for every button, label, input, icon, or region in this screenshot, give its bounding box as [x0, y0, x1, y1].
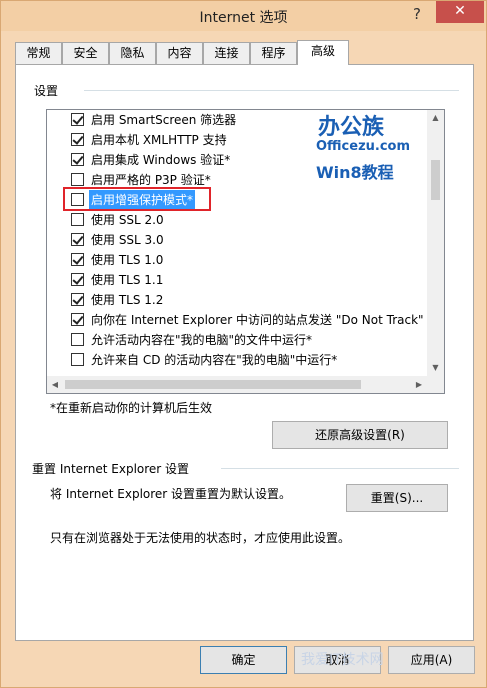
advanced-panel: 设置 启用 SmartScreen 筛选器 启用本机 XMLHTTP 支持 启用…	[15, 64, 474, 641]
watermark-line: Win8教程	[316, 163, 394, 182]
internet-options-dialog: Internet 选项 ? ✕ 常规 安全 隐私 内容 连接 程序 高级 设置 …	[0, 0, 487, 688]
setting-do-not-track[interactable]: 向你在 Internet Explorer 中访问的站点发送 "Do Not T…	[47, 310, 427, 330]
scroll-up-icon[interactable]: ▲	[427, 110, 444, 126]
tab-security[interactable]: 安全	[62, 42, 109, 64]
setting-active-content-cd[interactable]: 允许来自 CD 的活动内容在"我的电脑"中运行*	[47, 350, 427, 370]
vertical-scrollbar[interactable]: ▲ ▼	[427, 110, 444, 376]
restore-advanced-settings-button[interactable]: 还原高级设置(R)	[272, 421, 448, 449]
checkbox[interactable]	[71, 213, 84, 226]
checkbox[interactable]	[71, 153, 84, 166]
reset-button[interactable]: 重置(S)...	[346, 484, 448, 512]
setting-label: 向你在 Internet Explorer 中访问的站点发送 "Do Not T…	[91, 313, 424, 327]
vertical-scroll-thumb[interactable]	[431, 160, 440, 200]
watermark-line: 办公族	[318, 115, 385, 140]
close-button[interactable]: ✕	[436, 1, 484, 23]
setting-label: 允许活动内容在"我的电脑"的文件中运行*	[91, 333, 313, 347]
checkbox[interactable]	[71, 333, 84, 346]
watermark-bottom: 我爱IT技术网	[301, 652, 384, 668]
checkbox[interactable]	[71, 293, 84, 306]
tab-strip: 常规 安全 隐私 内容 连接 程序 高级	[15, 40, 475, 65]
tab-content[interactable]: 内容	[156, 42, 203, 64]
setting-tls-1-1[interactable]: 使用 TLS 1.1	[47, 270, 427, 290]
reset-divider	[221, 468, 459, 469]
ok-button[interactable]: 确定	[200, 646, 287, 674]
setting-active-content-my-computer[interactable]: 允许活动内容在"我的电脑"的文件中运行*	[47, 330, 427, 350]
setting-tls-1-2[interactable]: 使用 TLS 1.2	[47, 290, 427, 310]
tab-connections[interactable]: 连接	[203, 42, 250, 64]
setting-label: 使用 TLS 1.2	[91, 293, 164, 307]
apply-button[interactable]: 应用(A)	[388, 646, 475, 674]
setting-ssl-2[interactable]: 使用 SSL 2.0	[47, 210, 427, 230]
tab-advanced[interactable]: 高级	[297, 40, 349, 65]
setting-label: 启用本机 XMLHTTP 支持	[91, 133, 227, 147]
setting-label: 允许来自 CD 的活动内容在"我的电脑"中运行*	[91, 353, 338, 367]
checkbox[interactable]	[71, 173, 84, 186]
tab-programs[interactable]: 程序	[250, 42, 297, 64]
setting-label: 使用 SSL 3.0	[91, 233, 164, 247]
tab-privacy[interactable]: 隐私	[109, 42, 156, 64]
checkbox[interactable]	[71, 113, 84, 126]
checkbox[interactable]	[71, 273, 84, 286]
scrollbar-corner	[427, 376, 444, 393]
checkbox[interactable]	[71, 233, 84, 246]
setting-label: 启用集成 Windows 验证*	[91, 153, 231, 167]
reset-section-label: 重置 Internet Explorer 设置	[32, 462, 190, 476]
setting-label: 使用 TLS 1.0	[91, 253, 164, 267]
checkbox[interactable]	[71, 133, 84, 146]
group-divider	[84, 90, 459, 91]
setting-label: 使用 SSL 2.0	[91, 213, 164, 227]
horizontal-scroll-thumb[interactable]	[65, 380, 361, 389]
red-highlight-box	[63, 187, 211, 211]
tab-general[interactable]: 常规	[15, 42, 62, 64]
setting-label: 启用 SmartScreen 筛选器	[91, 113, 237, 127]
reset-description: 将 Internet Explorer 设置重置为默认设置。	[50, 487, 292, 501]
checkbox[interactable]	[71, 313, 84, 326]
setting-label: 使用 TLS 1.1	[91, 273, 164, 287]
horizontal-scrollbar[interactable]: ◀ ▶	[47, 376, 444, 393]
scroll-right-icon[interactable]: ▶	[411, 376, 427, 393]
watermark-line: Officezu.com	[316, 139, 411, 154]
help-button[interactable]: ?	[406, 3, 428, 25]
settings-group-label: 设置	[34, 84, 59, 98]
setting-tls-1-0[interactable]: 使用 TLS 1.0	[47, 250, 427, 270]
setting-ssl-3[interactable]: 使用 SSL 3.0	[47, 230, 427, 250]
scroll-down-icon[interactable]: ▼	[427, 360, 444, 376]
watermark-logo: 办公族 Officezu.com Win8教程	[312, 109, 422, 209]
checkbox[interactable]	[71, 353, 84, 366]
checkbox[interactable]	[71, 253, 84, 266]
scroll-left-icon[interactable]: ◀	[47, 376, 63, 393]
reset-warning-note: 只有在浏览器处于无法使用的状态时，才应使用此设置。	[50, 531, 351, 545]
restart-note: *在重新启动你的计算机后生效	[50, 401, 213, 415]
title-bar: Internet 选项 ? ✕	[1, 1, 486, 31]
